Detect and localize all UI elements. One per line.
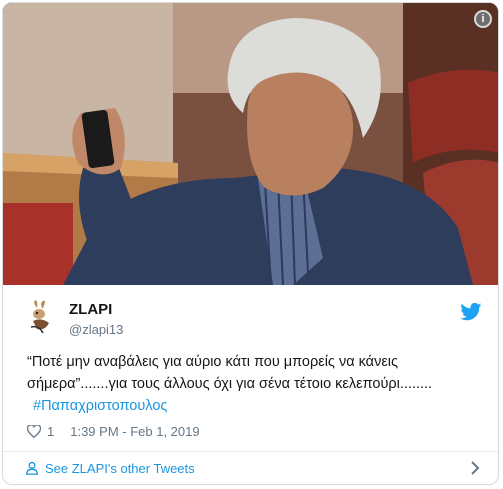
footer-label: See ZLAPI's other Tweets xyxy=(45,461,195,476)
person-icon xyxy=(26,461,38,475)
like-count[interactable]: 1 xyxy=(47,424,54,439)
hashtag-link[interactable]: #Παπαχριστοπουλος xyxy=(33,398,167,414)
chevron-right-icon xyxy=(471,461,480,475)
heart-icon[interactable] xyxy=(27,424,41,438)
tweet-body: “Ποτέ μην αναβάλεις για αύριο κάτι που μ… xyxy=(27,354,433,392)
author-handle[interactable]: @zlapi13 xyxy=(69,322,123,337)
tweet-card: i ZLAPI @zlapi13 “Ποτέ μην αναβάλεις για… xyxy=(2,2,499,485)
twitter-bird-icon[interactable] xyxy=(460,303,482,321)
tweet-text: “Ποτέ μην αναβάλεις για αύριο κάτι που μ… xyxy=(27,351,487,417)
info-icon[interactable]: i xyxy=(474,10,492,28)
avatar[interactable] xyxy=(23,299,59,335)
photo-illustration xyxy=(3,3,498,285)
see-other-tweets-link[interactable]: See ZLAPI's other Tweets xyxy=(3,452,498,484)
author-name[interactable]: ZLAPI xyxy=(69,301,112,318)
tweet-header: ZLAPI @zlapi13 xyxy=(3,285,498,347)
tweet-meta: 1 1:39 PM - Feb 1, 2019 xyxy=(27,421,200,441)
tweet-timestamp[interactable]: 1:39 PM - Feb 1, 2019 xyxy=(70,424,199,439)
tweet-photo[interactable]: i xyxy=(3,3,498,285)
